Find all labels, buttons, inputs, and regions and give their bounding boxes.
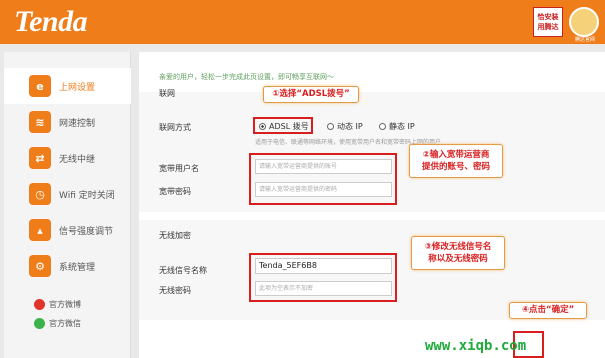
install-badge-line2: 用腾达 [537,23,559,31]
wechat-icon [34,318,45,329]
internet-e-icon: e [29,75,51,97]
callout-step3: ③修改无线信号名 称以及无线密码 [411,236,505,270]
highlight-wireless [249,253,397,302]
sidebar-item-signal[interactable]: ▴ 信号强度调节 [4,212,131,248]
radio-static-ip-label: 静态 IP [389,122,415,131]
official-site-caption: 腾达官网 [574,37,595,43]
sidebar-item-system[interactable]: ⚙ 系统管理 [4,248,131,284]
highlight-credentials [249,153,397,205]
callout-step4: ④点击“确定” [509,302,587,319]
wifi-password-label: 无线密码 [159,286,191,295]
sidebar-item-internet[interactable]: e 上网设置 [4,68,131,104]
header-bar: Tenda 恰安装 用腾达 腾达官网 [0,0,605,44]
sidebar-item-wifi-timer[interactable]: ◷ Wifi 定时关闭 [4,176,131,212]
signal-strength-icon: ▴ [29,219,51,241]
weibo-link[interactable]: 官方微博 [34,299,81,310]
official-site-emblem[interactable] [569,7,599,37]
sidebar-item-label: 信号强度调节 [59,226,114,237]
speed-wave-icon: ≋ [29,111,51,133]
callout-step2-line1: ②输入宽带运营商 [422,150,490,160]
wireless-section-title: 无线加密 [159,231,191,240]
main-panel: 亲爱的用户，轻松一步完成此页设置，即可畅享互联网～ 联网 联网方式 ADSL 拨… [139,52,605,358]
highlight-adsl [253,117,313,134]
radio-dynamic-ip-label: 动态 IP [337,122,363,131]
sidebar-item-speed[interactable]: ≋ 网速控制 [4,104,131,140]
weibo-label: 官方微博 [49,300,81,309]
watermark: www.xiqb.com [425,338,527,354]
callout-step2: ②输入宽带运营商 提供的账号、密码 [409,144,503,178]
greeting-text: 亲爱的用户，轻松一步完成此页设置，即可畅享互联网～ [159,73,334,81]
callout-step1: ①选择“ADSL拨号” [263,86,359,103]
wechat-link[interactable]: 官方微信 [34,318,81,329]
gear-icon: ⚙ [29,255,51,277]
sidebar-item-label: 无线中继 [59,154,96,165]
sidebar: e 上网设置 ≋ 网速控制 ⇄ 无线中继 ◷ Wifi 定时关闭 ▴ 信号强度调… [4,52,131,358]
wan-section-title: 联网 [159,89,175,98]
radio-static-ip[interactable]: 静态 IP [379,121,415,132]
install-badge-line1: 恰安装 [537,13,559,21]
radio-dot [379,123,386,130]
radio-dot [327,123,334,130]
radio-dynamic-ip[interactable]: 动态 IP [327,121,363,132]
sidebar-item-label: 网速控制 [59,118,96,129]
sidebar-item-label: 系统管理 [59,262,96,273]
callout-step3-line2: 称以及无线密码 [428,254,488,264]
wireless-relay-icon: ⇄ [29,147,51,169]
wechat-label: 官方微信 [49,319,81,328]
callout-step3-line1: ③修改无线信号名 [424,242,492,252]
username-label: 宽带用户名 [159,164,199,173]
wifi-timer-icon: ◷ [29,183,51,205]
sidebar-item-relay[interactable]: ⇄ 无线中继 [4,140,131,176]
weibo-icon [34,299,45,310]
connection-type-label: 联网方式 [159,123,191,132]
brand-logo: Tenda [14,5,88,38]
callout-step2-line2: 提供的账号、密码 [421,162,490,172]
sidebar-item-label: 上网设置 [59,82,96,93]
sidebar-item-label: Wifi 定时关闭 [59,190,115,201]
password-label: 宽带密码 [159,187,191,196]
install-badge: 恰安装 用腾达 [533,7,563,37]
ssid-label: 无线信号名称 [159,266,207,275]
